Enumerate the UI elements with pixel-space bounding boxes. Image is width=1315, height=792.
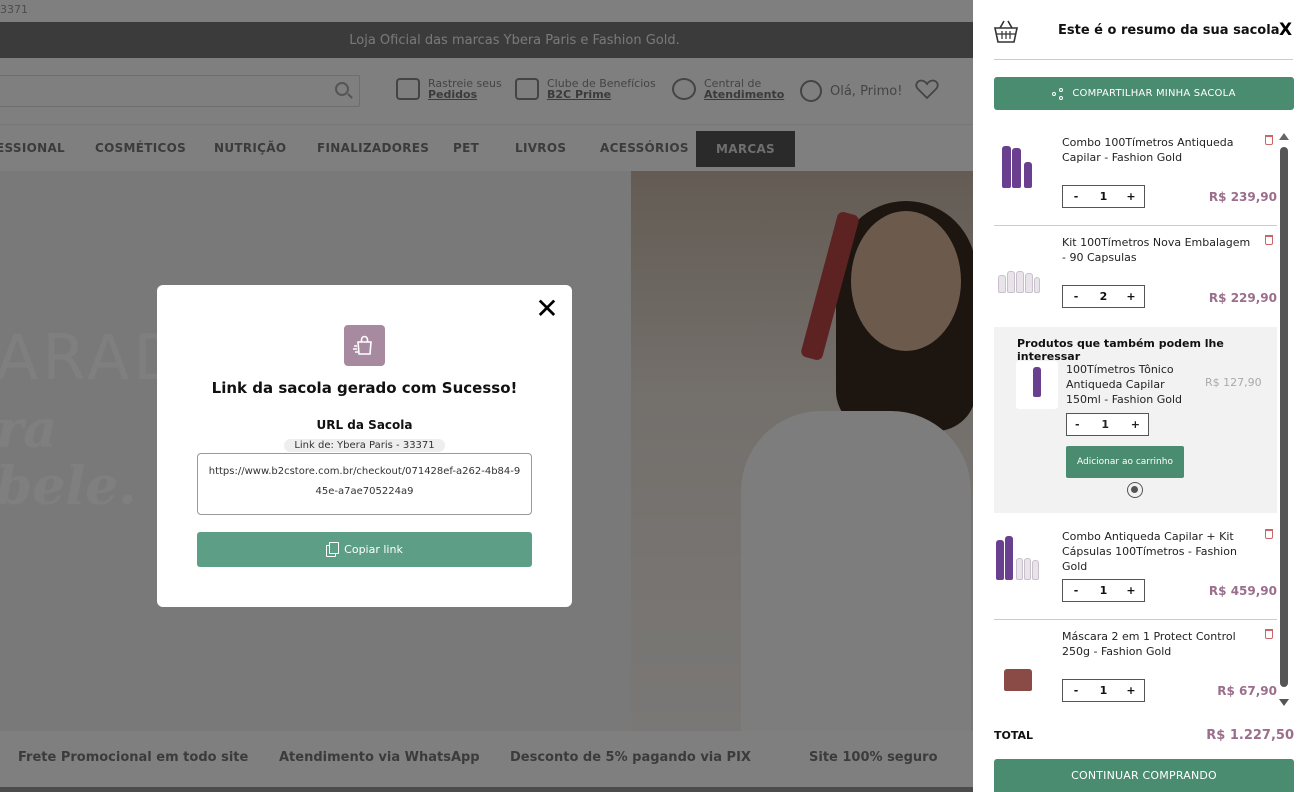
cart-url-field[interactable]: https://www.b2cstore.com.br/checkout/071… <box>197 453 532 515</box>
quantity-value: 1 <box>1099 584 1108 597</box>
scroll-down-arrow-icon[interactable] <box>1279 699 1289 706</box>
increase-button[interactable]: + <box>1126 190 1136 203</box>
product-image <box>996 245 1040 293</box>
copy-link-button[interactable]: Copiar link <box>197 532 532 567</box>
share-icon <box>1052 87 1064 100</box>
increase-button[interactable]: + <box>1131 418 1140 431</box>
recommendations-panel: Produtos que também podem lhe interessar… <box>994 327 1277 513</box>
recommended-product-name[interactable]: 100Tímetros Tônico Antiqueda Capilar 150… <box>1066 362 1201 407</box>
product-image <box>996 532 1039 580</box>
quantity-value: 2 <box>1099 290 1108 303</box>
increase-button[interactable]: + <box>1126 584 1136 597</box>
item-name: Combo Antiqueda Capilar + Kit Cápsulas 1… <box>1062 530 1237 573</box>
decrease-button[interactable]: - <box>1071 190 1081 203</box>
decrease-button[interactable]: - <box>1071 290 1081 303</box>
shopping-bag-icon <box>344 325 385 366</box>
cart-drawer: Este é o resumo da sua sacola X COMPARTI… <box>973 0 1315 792</box>
scroll-thumb[interactable] <box>1280 147 1288 687</box>
basket-icon <box>994 20 1018 43</box>
url-label: URL da Sacola <box>316 418 413 432</box>
quantity-value: 1 <box>1101 418 1109 431</box>
item-price: R$ 67,90 <box>1217 684 1277 698</box>
decrease-button[interactable]: - <box>1075 418 1080 431</box>
cart-item: Máscara 2 em 1 Protect Control 250g - Fa… <box>994 629 1277 702</box>
quantity-stepper[interactable]: - 2 + <box>1062 285 1145 308</box>
quantity-stepper[interactable]: - 1 + <box>1062 579 1145 602</box>
decrease-button[interactable]: - <box>1071 584 1081 597</box>
close-icon[interactable]: ✕ <box>533 295 561 323</box>
continue-shopping-button[interactable]: CONTINUAR COMPRANDO <box>994 759 1294 792</box>
increase-button[interactable]: + <box>1126 290 1136 303</box>
item-name: Kit 100Tímetros Nova Embalagem - 90 Caps… <box>1062 236 1251 264</box>
quantity-value: 1 <box>1099 190 1108 203</box>
trash-icon[interactable] <box>1265 135 1273 145</box>
item-price: R$ 239,90 <box>1208 190 1277 204</box>
modal-title: Link da sacola gerado com Sucesso! <box>211 379 518 397</box>
add-to-cart-button[interactable]: Adicionar ao carrinho <box>1066 446 1184 478</box>
copy-icon <box>326 542 340 557</box>
share-cart-button[interactable]: COMPARTILHAR MINHA SACOLA <box>994 77 1294 110</box>
trash-icon[interactable] <box>1265 629 1273 639</box>
total-label: TOTAL <box>994 729 1034 742</box>
cart-item: Combo 100Tímetros Antiqueda Capilar - Fa… <box>994 135 1277 208</box>
recommended-product-price: R$ 127,90 <box>1205 376 1262 389</box>
cart-items-list[interactable]: Combo 100Tímetros Antiqueda Capilar - Fa… <box>994 125 1277 717</box>
total-value: R$ 1.227,50 <box>1206 728 1294 743</box>
cart-item: Combo Antiqueda Capilar + Kit Cápsulas 1… <box>994 529 1277 602</box>
product-image <box>996 643 1038 691</box>
item-name: Máscara 2 em 1 Protect Control 250g - Fa… <box>1062 630 1236 658</box>
item-price: R$ 459,90 <box>1208 584 1277 598</box>
scroll-up-arrow-icon[interactable] <box>1279 133 1289 140</box>
carousel-dot[interactable] <box>1127 482 1143 498</box>
cart-item: Kit 100Tímetros Nova Embalagem - 90 Caps… <box>994 235 1277 308</box>
trash-icon[interactable] <box>1265 235 1273 245</box>
drawer-title: Este é o resumo da sua sacola <box>1058 23 1280 38</box>
close-drawer-button[interactable]: X <box>1279 20 1292 40</box>
divider <box>994 59 1293 60</box>
cart-scrollbar[interactable] <box>1279 133 1289 708</box>
item-price: R$ 229,90 <box>1208 291 1277 305</box>
quantity-stepper[interactable]: - 1 + <box>1066 413 1149 436</box>
link-owner-badge: Link de: Ybera Paris - 33371 <box>284 439 445 452</box>
quantity-value: 1 <box>1099 684 1108 697</box>
item-name: Combo 100Tímetros Antiqueda Capilar - Fa… <box>1062 136 1234 164</box>
quantity-stepper[interactable]: - 1 + <box>1062 679 1145 702</box>
recommendations-title: Produtos que também podem lhe interessar <box>1017 337 1224 363</box>
share-cart-label: COMPARTILHAR MINHA SACOLA <box>1072 88 1236 99</box>
share-link-modal: ✕ Link da sacola gerado com Sucesso! URL… <box>157 285 572 607</box>
decrease-button[interactable]: - <box>1071 684 1081 697</box>
product-image <box>1016 361 1058 409</box>
store-page: 3371 Loja Oficial das marcas Ybera Paris… <box>0 0 973 792</box>
product-image <box>996 140 1038 188</box>
copy-link-label: Copiar link <box>344 543 403 556</box>
quantity-stepper[interactable]: - 1 + <box>1062 185 1145 208</box>
trash-icon[interactable] <box>1265 529 1273 539</box>
increase-button[interactable]: + <box>1126 684 1136 697</box>
